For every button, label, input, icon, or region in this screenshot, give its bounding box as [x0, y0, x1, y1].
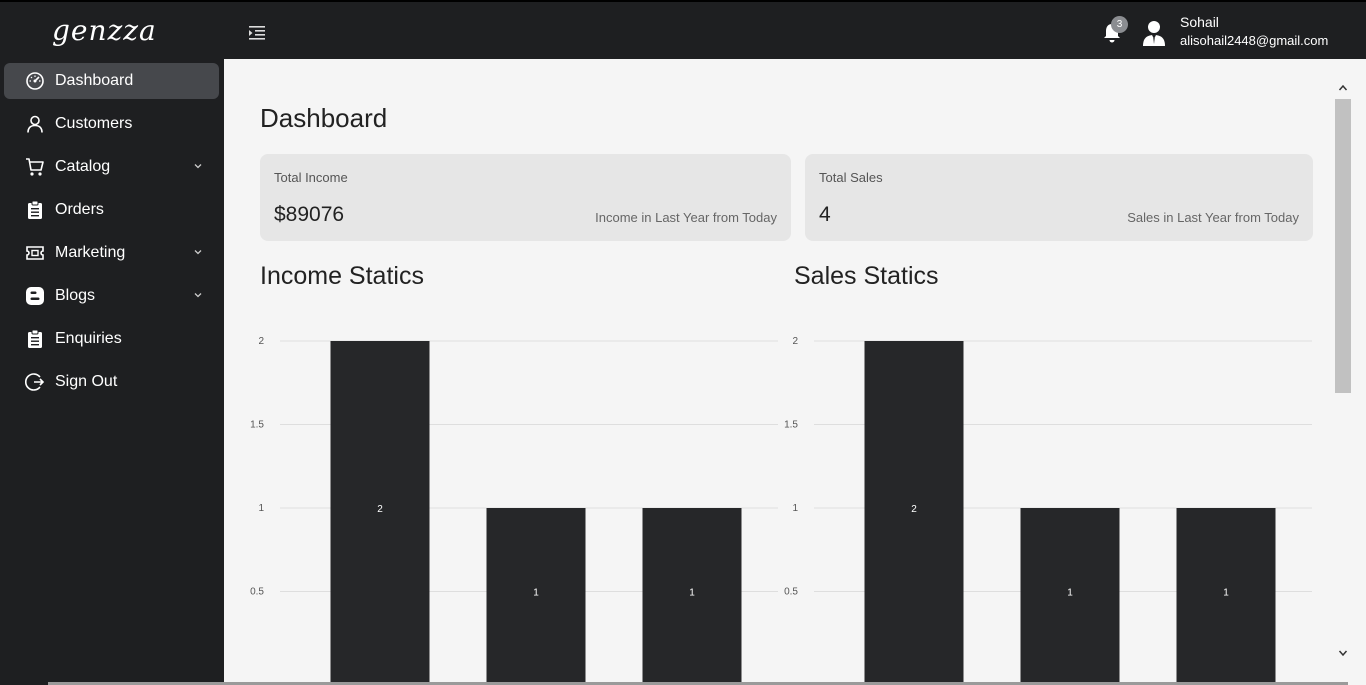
sidebar-item-label: Enquiries — [55, 330, 122, 347]
bar-data-label: 2 — [377, 504, 383, 515]
bar-data-label: 1 — [533, 588, 539, 599]
y-tick-label: 1.5 — [250, 420, 264, 431]
ticket-icon — [26, 246, 44, 260]
cart-icon — [26, 158, 44, 176]
sales-statics-title: Sales Statics — [794, 262, 939, 290]
chevron-down-icon — [194, 164, 202, 169]
y-tick-label: 0.5 — [784, 587, 798, 598]
sidebar-item-orders[interactable]: Orders — [4, 192, 219, 228]
dashboard-icon — [26, 72, 44, 90]
sidebar-item-sign-out[interactable]: Sign Out — [4, 364, 219, 400]
user-avatar-icon[interactable] — [1142, 20, 1166, 46]
y-tick-label: 2 — [792, 336, 798, 347]
sidebar-item-label: Marketing — [55, 244, 126, 261]
blogger-icon — [26, 287, 44, 305]
sidebar: Dashboard Customers Catalog Orders Marke… — [0, 59, 224, 685]
sidebar-item-label: Blogs — [55, 287, 96, 304]
sidebar-item-blogs[interactable]: Blogs — [4, 278, 219, 314]
sidebar-item-label: Orders — [55, 201, 104, 218]
sidebar-item-label: Sign Out — [55, 373, 118, 390]
sidebar-item-label: Catalog — [55, 158, 111, 175]
sign-out-icon — [25, 373, 45, 391]
sidebar-item-catalog[interactable]: Catalog — [4, 149, 219, 185]
clipboard-icon — [28, 200, 42, 219]
page-title: Dashboard — [260, 103, 388, 133]
notification-badge: 3 — [1111, 16, 1128, 33]
menu-toggle-icon[interactable] — [247, 24, 267, 42]
main-content: Dashboard Total Income $89076 Income in … — [224, 59, 1366, 685]
scrollbar-thumb[interactable] — [1335, 99, 1351, 393]
sidebar-item-dashboard[interactable]: Dashboard — [4, 63, 219, 99]
bar-data-label: 1 — [689, 588, 695, 599]
card-description: Income in Last Year from Today — [595, 210, 777, 225]
y-tick-label: 0.5 — [250, 587, 264, 598]
user-email: alisohail2448@gmail.com — [1180, 33, 1329, 48]
sidebar-item-marketing[interactable]: Marketing — [4, 235, 219, 271]
sidebar-item-label: Dashboard — [55, 72, 134, 89]
sidebar-item-enquiries[interactable]: Enquiries — [4, 321, 219, 357]
card-title: Total Income — [274, 170, 348, 185]
card-title: Total Sales — [819, 170, 883, 185]
card-value: $89076 — [274, 203, 345, 226]
sidebar-item-customers[interactable]: Customers — [4, 106, 219, 142]
chevron-down-icon — [194, 250, 202, 255]
y-tick-label: 1.5 — [784, 420, 798, 431]
y-tick-label: 1 — [258, 503, 264, 514]
top-header: genzza 3 Sohail alisohail2448@gmail.com — [0, 0, 1366, 59]
scroll-down-icon[interactable] — [1338, 648, 1348, 658]
user-icon — [27, 115, 43, 133]
y-tick-label: 2 — [258, 336, 264, 347]
y-tick-label: 1 — [792, 503, 798, 514]
logo-text: genzza — [52, 14, 157, 47]
sidebar-item-label: Customers — [55, 115, 133, 132]
scroll-up-icon[interactable] — [1338, 83, 1348, 93]
bar-data-label: 2 — [911, 504, 917, 515]
bar-data-label: 1 — [1223, 588, 1229, 599]
card-value: 4 — [819, 203, 831, 226]
card-description: Sales in Last Year from Today — [1127, 210, 1299, 225]
chevron-down-icon — [194, 293, 202, 298]
income-statics-title: Income Statics — [260, 262, 424, 290]
bar-data-label: 1 — [1067, 588, 1073, 599]
income-bar-chart: 0.5 1 1.5 2 2 1 1 — [250, 336, 778, 685]
clipboard-icon — [28, 329, 42, 348]
total-sales-card: Total Sales 4 Sales in Last Year from To… — [805, 154, 1313, 241]
genzza-logo[interactable]: genzza — [50, 14, 176, 50]
user-name: Sohail — [1180, 14, 1219, 30]
total-income-card: Total Income $89076 Income in Last Year … — [260, 154, 791, 241]
sales-bar-chart: 0.5 1 1.5 2 2 1 1 — [784, 336, 1312, 685]
